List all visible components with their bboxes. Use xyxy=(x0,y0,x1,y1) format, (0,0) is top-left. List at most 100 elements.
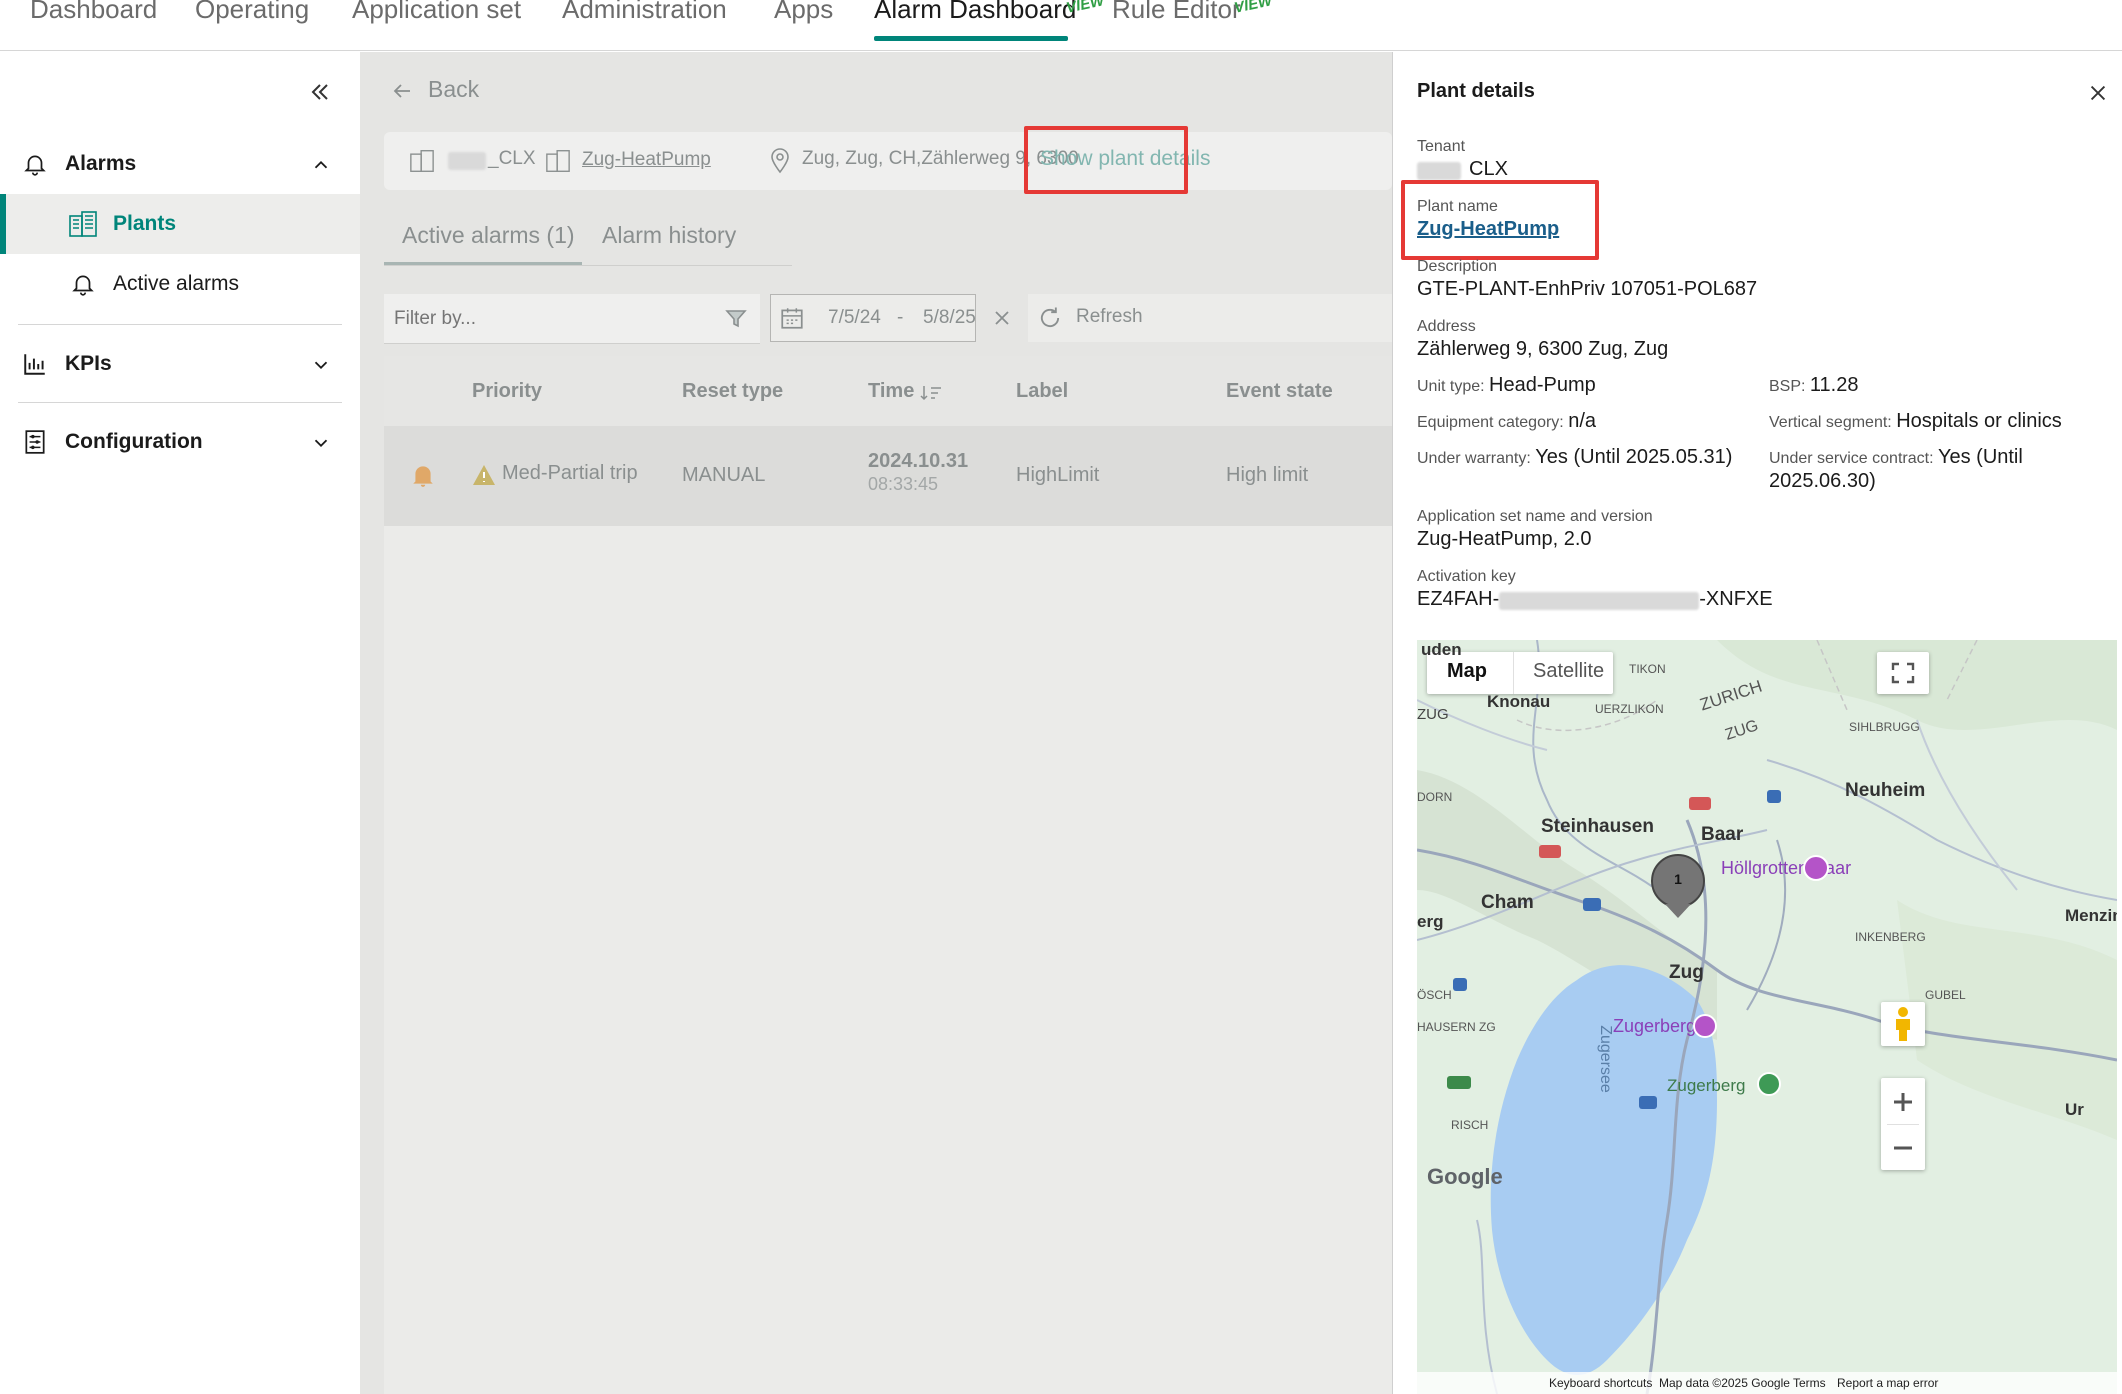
building-icon xyxy=(69,211,97,237)
pegman-icon xyxy=(1896,1007,1910,1041)
vertical-segment-field: Vertical segment: Hospitals or clinics xyxy=(1769,410,2062,433)
place-label: Zugerberg xyxy=(1667,1076,1746,1095)
sidebar-group-kpis[interactable]: KPIs xyxy=(0,334,360,394)
park-pin xyxy=(1757,1072,1781,1096)
refresh-button[interactable]: Refresh xyxy=(1028,294,1392,342)
terms-link[interactable]: Terms xyxy=(1793,1376,1826,1390)
close-icon[interactable] xyxy=(2087,82,2109,104)
column-header-event-state[interactable]: Event state xyxy=(1226,380,1333,403)
place-label: DORN xyxy=(1417,790,1453,804)
tab-active-alarms[interactable]: Active alarms (1) xyxy=(402,222,575,249)
sidebar-configuration-label: Configuration xyxy=(65,430,203,453)
tabs-divider xyxy=(384,265,792,266)
plant-location-map[interactable]: Map Satellite uden Knonau ZUG UERZLIKON … xyxy=(1417,640,2117,1394)
place-label: Höllgrotten Baar xyxy=(1721,858,1852,878)
date-range-picker[interactable]: 7/5/24 - 5/8/25 xyxy=(770,294,976,342)
equipment-category-label: Equipment category: xyxy=(1417,414,1564,431)
column-header-time[interactable]: Time xyxy=(868,380,914,403)
map-tab-satellite[interactable]: Satellite xyxy=(1533,660,1604,683)
collapse-sidebar-icon[interactable] xyxy=(308,80,332,104)
place-label: TIKON xyxy=(1629,662,1666,676)
bsp-field: BSP: 11.28 xyxy=(1769,374,1859,397)
arrow-left-icon[interactable] xyxy=(390,79,414,103)
nav-operating[interactable]: Operating xyxy=(195,0,309,25)
alarm-priority: Med-Partial trip xyxy=(502,462,638,484)
date-from[interactable]: 7/5/24 xyxy=(828,307,881,329)
highlight-box xyxy=(1401,180,1599,260)
refresh-label: Refresh xyxy=(1076,306,1143,327)
sidebar-item-plants[interactable]: Plants xyxy=(0,194,360,254)
sidebar-active-alarms-label: Active alarms xyxy=(113,272,240,295)
zoom-in-icon[interactable] xyxy=(1891,1090,1915,1114)
table-header: Priority Reset type Time Label Event sta… xyxy=(384,356,1392,426)
back-link[interactable]: Back xyxy=(428,76,479,103)
activation-key-suffix: -XNFXE xyxy=(1699,588,1773,610)
filter-icon[interactable] xyxy=(724,306,748,330)
sort-descending-icon[interactable] xyxy=(920,384,942,402)
unit-type-label: Unit type: xyxy=(1417,378,1485,395)
nav-dashboard[interactable]: Dashboard xyxy=(30,0,157,25)
place-label: ÖSCH xyxy=(1417,988,1452,1002)
sidebar-group-alarms[interactable]: Alarms xyxy=(0,134,360,194)
building-icon xyxy=(410,150,434,172)
unit-type-value: Head-Pump xyxy=(1489,374,1596,396)
zoom-out-icon[interactable] xyxy=(1891,1136,1915,1160)
place-label: Menzin xyxy=(2065,906,2117,925)
place-label: erg xyxy=(1417,912,1444,931)
service-contract-field: Under service contract: Yes (Until xyxy=(1769,446,2023,469)
description-value: GTE-PLANT-EnhPriv 107051-POL687 xyxy=(1417,278,1758,300)
place-label: Zugerberg xyxy=(1613,1016,1697,1036)
fullscreen-button[interactable] xyxy=(1877,652,1929,694)
nav-apps[interactable]: Apps xyxy=(774,0,833,25)
attraction-pin xyxy=(1803,855,1829,881)
service-contract-label: Under service contract: xyxy=(1769,450,1934,467)
sidebar-item-active-alarms[interactable]: Active alarms xyxy=(0,254,360,314)
fullscreen-icon xyxy=(1891,662,1915,684)
sidebar-group-configuration[interactable]: Configuration xyxy=(0,412,360,472)
tenant-label: Tenant xyxy=(1417,138,1466,155)
divider xyxy=(18,402,342,403)
nav-administration[interactable]: Administration xyxy=(562,0,727,25)
redacted-text xyxy=(1499,591,1700,610)
column-header-reset-type[interactable]: Reset type xyxy=(682,380,783,403)
chevron-down-icon xyxy=(314,439,328,448)
map-data-credit: Map data ©2025 Google xyxy=(1659,1376,1790,1390)
bsp-label: BSP: xyxy=(1769,378,1806,395)
sidebar: Alarms Plants Active alarms KPIs Configu… xyxy=(0,52,360,1394)
keyboard-shortcuts-link[interactable]: Keyboard shortcuts xyxy=(1549,1376,1652,1390)
plant-cluster-marker[interactable]: 1 xyxy=(1651,854,1705,908)
place-label: RISCH xyxy=(1451,1118,1489,1132)
column-header-priority[interactable]: Priority xyxy=(472,380,542,403)
active-indicator xyxy=(0,194,6,254)
clear-icon[interactable] xyxy=(990,306,1014,330)
report-map-error-link[interactable]: Report a map error xyxy=(1837,1376,1938,1390)
activation-key-label: Activation key xyxy=(1417,568,1516,585)
panel-title: Plant details xyxy=(1417,80,1535,102)
date-to[interactable]: 5/8/25 xyxy=(923,307,976,329)
divider xyxy=(1887,1124,1919,1125)
service-contract-value-cont: 2025.06.30) xyxy=(1769,470,1876,492)
activation-key-value: EZ4FAH- -XNFXE xyxy=(1417,588,1773,611)
nav-alarm-dashboard[interactable]: Alarm Dashboard xyxy=(874,0,1076,25)
nav-application-set[interactable]: Application set xyxy=(352,0,521,25)
building-icon xyxy=(546,150,570,172)
place-label: SIHLBRUGG xyxy=(1849,720,1920,734)
redacted-text xyxy=(1417,162,1461,180)
place-label: Steinhausen xyxy=(1541,816,1654,837)
table-row[interactable]: Med-Partial trip MANUAL 2024.10.31 08:33… xyxy=(384,426,1392,526)
highlight-box xyxy=(1024,126,1188,194)
tab-alarm-history[interactable]: Alarm history xyxy=(602,222,736,249)
sidebar-alarms-label: Alarms xyxy=(65,152,137,175)
cluster-count: 1 xyxy=(1674,871,1682,887)
activation-key-prefix: EZ4FAH- xyxy=(1417,588,1500,610)
filter-input[interactable] xyxy=(394,304,714,334)
configuration-icon xyxy=(25,430,45,454)
place-label: GUBEL xyxy=(1925,988,1966,1002)
place-label: uden xyxy=(1421,640,1462,659)
map-tab-map[interactable]: Map xyxy=(1447,660,1487,683)
street-view-button[interactable] xyxy=(1881,1002,1925,1046)
column-header-label[interactable]: Label xyxy=(1016,380,1068,403)
nav-rule-editor[interactable]: Rule Editor xyxy=(1112,0,1241,25)
sidebar-kpis-label: KPIs xyxy=(65,352,112,375)
plant-link[interactable]: Zug-HeatPump xyxy=(582,149,711,171)
